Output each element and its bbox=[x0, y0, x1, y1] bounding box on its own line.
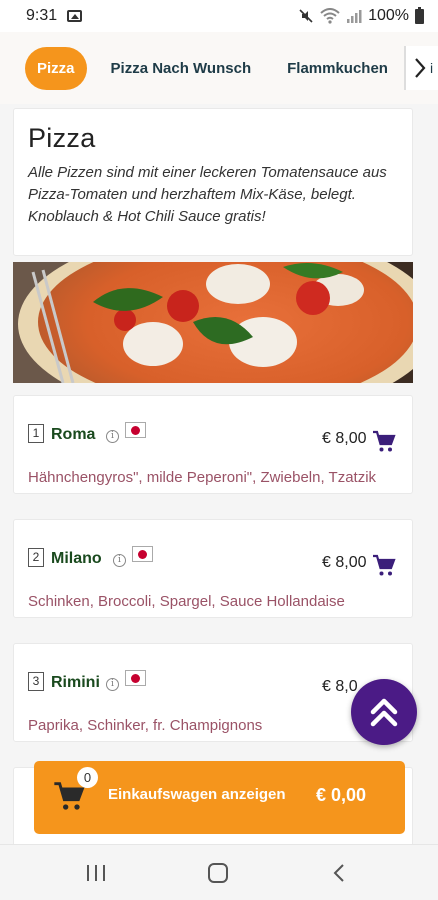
cart-icon bbox=[373, 430, 396, 452]
section-title: Pizza bbox=[28, 123, 96, 153]
item-number: 1 bbox=[28, 424, 44, 443]
flag-icon bbox=[125, 670, 146, 686]
system-nav-bar bbox=[0, 844, 438, 900]
recent-apps-button[interactable] bbox=[87, 865, 105, 881]
item-description: Paprika, Schinker, fr. Champignons bbox=[28, 717, 263, 734]
scroll-to-top-button[interactable] bbox=[351, 679, 417, 745]
mute-icon bbox=[299, 9, 313, 23]
info-icon[interactable]: i bbox=[106, 430, 119, 443]
item-number: 2 bbox=[28, 548, 44, 567]
tab-pizza-nach-wunsch[interactable]: Pizza Nach Wunsch bbox=[111, 60, 252, 77]
item-name: Roma bbox=[51, 426, 96, 443]
next-tab-partial-label: i bbox=[430, 60, 434, 76]
section-description: Alle Pizzen sind mit einer leckeren Toma… bbox=[28, 164, 387, 225]
pizza-hero-image bbox=[13, 262, 413, 383]
add-to-cart-button[interactable] bbox=[371, 430, 397, 459]
item-name: Milano bbox=[51, 550, 102, 567]
shopping-cart-icon bbox=[52, 781, 86, 818]
chevron-right-icon bbox=[415, 58, 426, 78]
back-button[interactable] bbox=[333, 863, 345, 888]
flag-icon bbox=[125, 422, 146, 438]
menu-item-rimini[interactable]: 3 Rimini i € 8,0 Paprika, Schinker, fr. … bbox=[13, 643, 413, 742]
wifi-icon bbox=[320, 8, 340, 24]
home-button[interactable] bbox=[208, 863, 228, 883]
item-price: € 8,0 bbox=[322, 678, 358, 695]
info-icon[interactable]: i bbox=[113, 554, 126, 567]
item-price: € 8,00 bbox=[322, 554, 367, 571]
tab-pizza[interactable]: Pizza bbox=[25, 46, 87, 90]
battery-icon bbox=[415, 6, 424, 24]
status-bar: 9:31 100% bbox=[0, 0, 438, 32]
item-price: € 8,00 bbox=[322, 430, 367, 447]
view-cart-button[interactable]: 0 Einkaufswagen anzeigen € 0,00 bbox=[34, 761, 405, 834]
section-intro-card: Pizza Alle Pizzen sind mit einer leckere… bbox=[13, 108, 413, 256]
menu-item-milano[interactable]: 2 Milano i € 8,00 Schinken, Broccoli, Sp… bbox=[13, 519, 413, 618]
battery-percent: 100% bbox=[368, 7, 409, 24]
item-description: Hähnchengyros", milde Peperoni", Zwiebel… bbox=[28, 469, 377, 486]
item-number: 3 bbox=[28, 672, 44, 691]
back-arrow-icon bbox=[333, 864, 344, 882]
cart-total: € 0,00 bbox=[316, 785, 367, 805]
tab-flammkuchen[interactable]: Flammkuchen bbox=[287, 60, 388, 77]
add-to-cart-button[interactable] bbox=[371, 554, 397, 583]
cart-label: Einkaufswagen anzeigen bbox=[108, 786, 286, 803]
menu-item-roma[interactable]: 1 Roma i € 8,00 Hähnchengyros", milde Pe… bbox=[13, 395, 413, 494]
category-tabs: Pizza Pizza Nach Wunsch Flammkuchen i bbox=[0, 32, 438, 104]
double-chevron-up-icon bbox=[370, 698, 398, 727]
signal-icon bbox=[347, 10, 362, 23]
cart-icon bbox=[373, 554, 396, 576]
image-icon bbox=[67, 10, 83, 22]
item-description: Schinken, Broccoli, Spargel, Sauce Holla… bbox=[28, 593, 345, 610]
tabs-scroll-next[interactable]: i bbox=[404, 46, 438, 90]
item-name: Rimini bbox=[51, 674, 100, 691]
cart-count-badge: 0 bbox=[77, 767, 98, 788]
flag-icon bbox=[132, 546, 153, 562]
info-icon[interactable]: i bbox=[106, 678, 119, 691]
status-time: 9:31 bbox=[26, 7, 58, 24]
